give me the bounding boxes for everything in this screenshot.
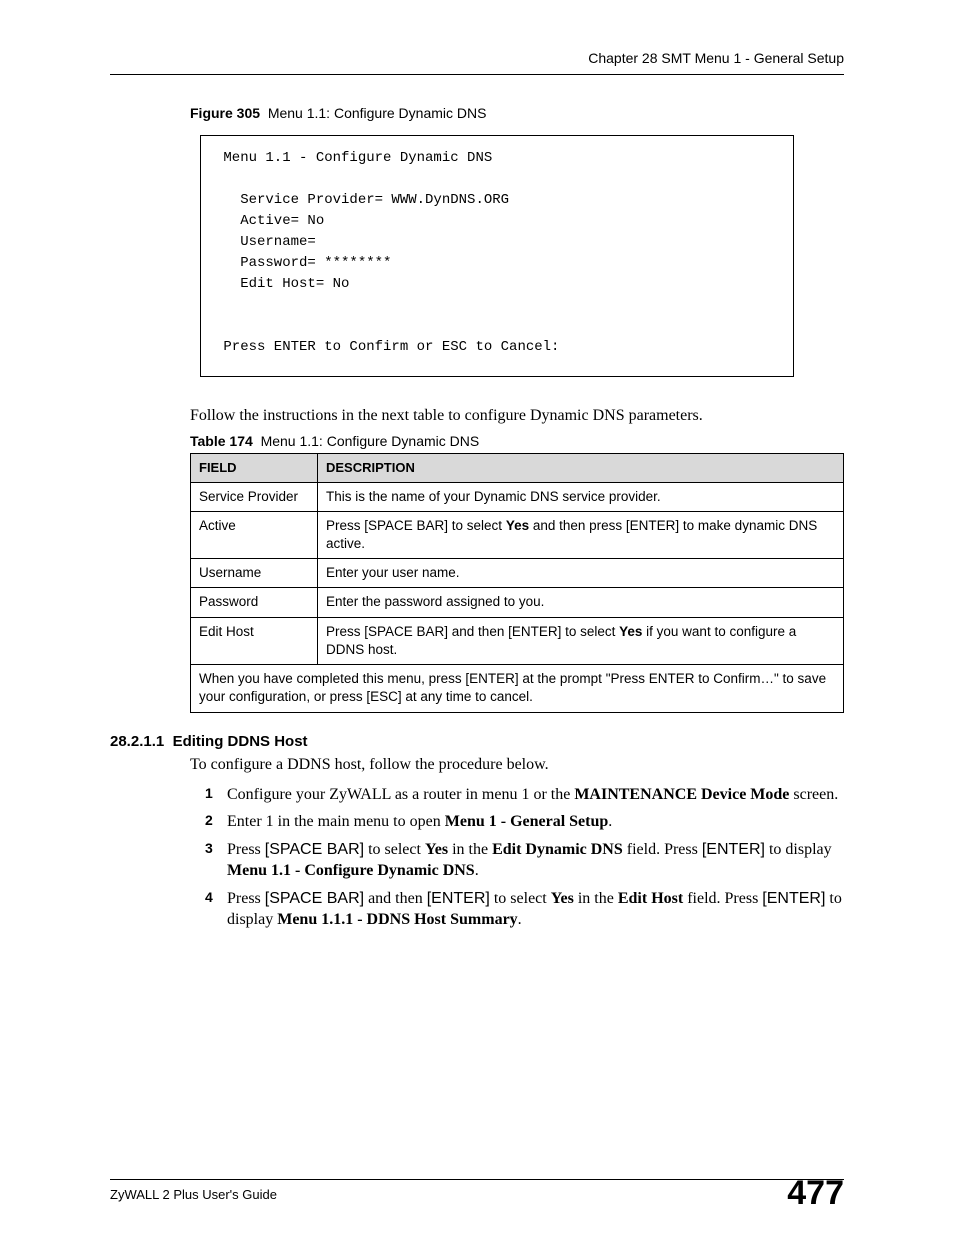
table-title: Menu 1.1: Configure Dynamic DNS <box>261 433 480 449</box>
table-footer-row: When you have completed this menu, press… <box>191 665 844 712</box>
cell-desc: Press [SPACE BAR] to select Yes and then… <box>318 511 844 558</box>
steps-list: 1Configure your ZyWALL as a router in me… <box>205 784 844 932</box>
table-header-row: FIELD DESCRIPTION <box>191 454 844 483</box>
table-row: Edit Host Press [SPACE BAR] and then [EN… <box>191 617 844 664</box>
table-row: Active Press [SPACE BAR] to select Yes a… <box>191 511 844 558</box>
table-caption: Table 174 Menu 1.1: Configure Dynamic DN… <box>190 433 844 449</box>
figure-caption: Figure 305 Menu 1.1: Configure Dynamic D… <box>190 105 844 121</box>
cell-field: Service Provider <box>191 482 318 511</box>
table-row: Password Enter the password assigned to … <box>191 588 844 617</box>
figure-title: Menu 1.1: Configure Dynamic DNS <box>268 105 487 121</box>
list-item: 1Configure your ZyWALL as a router in me… <box>205 784 844 806</box>
th-field: FIELD <box>191 454 318 483</box>
cell-field: Password <box>191 588 318 617</box>
cell-footer: When you have completed this menu, press… <box>191 665 844 712</box>
cell-desc: Press [SPACE BAR] and then [ENTER] to se… <box>318 617 844 664</box>
page-footer: ZyWALL 2 Plus User's Guide 477 <box>110 1179 844 1203</box>
section-title: Editing DDNS Host <box>173 733 308 750</box>
list-item: 2Enter 1 in the main menu to open Menu 1… <box>205 811 844 833</box>
list-item: 4Press [SPACE BAR] and then [ENTER] to s… <box>205 888 844 931</box>
description-table: FIELD DESCRIPTION Service Provider This … <box>190 453 844 713</box>
table-label: Table 174 <box>190 433 253 449</box>
page-number: 477 <box>787 1174 844 1213</box>
cell-field: Active <box>191 511 318 558</box>
table-row: Service Provider This is the name of you… <box>191 482 844 511</box>
intro-paragraph: Follow the instructions in the next tabl… <box>190 407 844 425</box>
cell-desc: This is the name of your Dynamic DNS ser… <box>318 482 844 511</box>
section-number: 28.2.1.1 <box>110 733 164 750</box>
cell-desc: Enter the password assigned to you. <box>318 588 844 617</box>
footer-guide: ZyWALL 2 Plus User's Guide <box>110 1187 277 1202</box>
section-intro: To configure a DDNS host, follow the pro… <box>190 756 844 774</box>
cell-field: Edit Host <box>191 617 318 664</box>
cell-desc: Enter your user name. <box>318 559 844 588</box>
page-header: Chapter 28 SMT Menu 1 - General Setup <box>110 50 844 75</box>
list-item: 3Press [SPACE BAR] to select Yes in the … <box>205 839 844 882</box>
th-description: DESCRIPTION <box>318 454 844 483</box>
chapter-title: Chapter 28 SMT Menu 1 - General Setup <box>588 50 844 66</box>
section-heading: 28.2.1.1 Editing DDNS Host <box>110 733 844 750</box>
table-row: Username Enter your user name. <box>191 559 844 588</box>
terminal-output: Menu 1.1 - Configure Dynamic DNS Service… <box>200 135 794 377</box>
figure-label: Figure 305 <box>190 105 260 121</box>
cell-field: Username <box>191 559 318 588</box>
